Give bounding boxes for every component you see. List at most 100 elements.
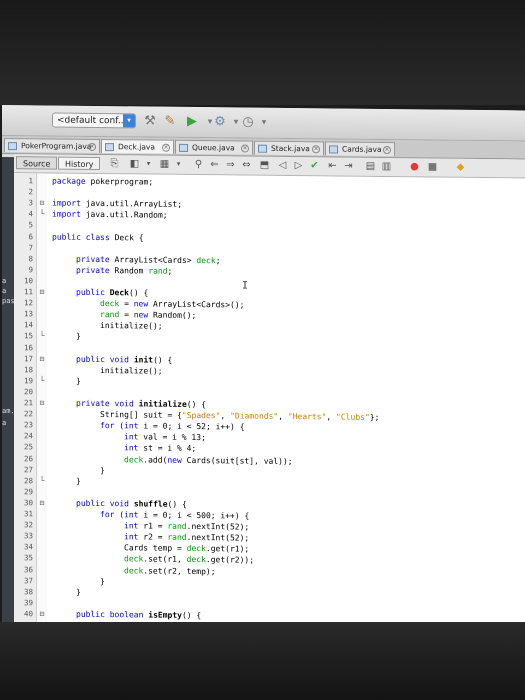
search-icon[interactable]: ⚲	[192, 158, 205, 171]
tab-label: Queue.java	[192, 142, 235, 153]
hammer-icon[interactable]: ⚒	[142, 113, 158, 129]
code-token: ArrayList<Cards>	[109, 254, 197, 265]
profile-icon[interactable]: ◷	[240, 114, 256, 130]
code-token: Cards temp =	[124, 543, 187, 554]
code-token: Deck {	[109, 232, 144, 242]
code-token: Random();	[148, 310, 197, 321]
code-token: deck	[124, 565, 144, 575]
code-token: .get(r2));	[205, 555, 255, 566]
code-token: rand	[148, 266, 168, 276]
close-icon[interactable]: ×	[383, 145, 391, 155]
code-token: import	[52, 198, 81, 209]
code-token: isEmpty	[148, 610, 182, 620]
shift-left-icon[interactable]: ⇤	[326, 159, 339, 172]
debug-icon[interactable]: ⚙	[212, 114, 228, 130]
code-token: "Diamonds"	[230, 411, 279, 421]
prev-bookmark-icon[interactable]: ◁	[276, 159, 289, 172]
close-icon[interactable]: ×	[312, 145, 320, 154]
code-token: import	[52, 209, 81, 220]
code-token: =	[119, 310, 134, 320]
code-token: ;	[215, 255, 221, 265]
code-token: deck	[100, 299, 120, 309]
background-window-strip: a a pas am.j a	[2, 157, 19, 628]
forward-icon[interactable]: ▦	[158, 158, 171, 171]
run-icon[interactable]: ▶	[184, 114, 200, 130]
close-icon[interactable]: ×	[162, 143, 170, 152]
find-previous-icon[interactable]: ⇐	[208, 158, 221, 171]
code-token: .nextInt(52);	[186, 522, 250, 532]
find-next-icon[interactable]: ⇒	[224, 158, 237, 171]
monitor-bezel-bottom	[0, 622, 525, 700]
tab-label: Stack.java	[271, 143, 310, 154]
code-token: }	[76, 476, 81, 486]
tab-label: Cards.java	[342, 144, 382, 154]
code-token: st = i % 4;	[138, 443, 197, 454]
code-token: int	[124, 443, 139, 453]
code-token: };	[369, 412, 380, 423]
uncomment-icon[interactable]: ▥	[380, 160, 393, 173]
code-token: Deck	[109, 288, 129, 298]
chevron-down-icon[interactable]: ▾	[172, 158, 185, 171]
code-token: private	[76, 254, 110, 264]
find-selection-icon[interactable]: ⇔	[240, 158, 253, 171]
comment-icon[interactable]: ▤	[364, 160, 377, 173]
code-token: () {	[129, 288, 149, 298]
source-tab-button[interactable]: Source	[16, 156, 58, 170]
code-token: shuffle	[133, 499, 168, 509]
close-icon[interactable]: ×	[88, 142, 96, 151]
monitor-bezel-top	[0, 0, 525, 105]
code-token: public class	[52, 232, 110, 242]
code-token: init	[133, 354, 154, 365]
code-token: .nextInt(52);	[186, 533, 250, 543]
back-icon[interactable]: ◧	[128, 157, 141, 170]
configuration-select[interactable]: <default conf... ▾	[52, 112, 136, 129]
start-macro-icon[interactable]: ◆	[454, 161, 467, 174]
tab-cards[interactable]: Cards.java ×	[325, 141, 395, 157]
code-token: () {	[167, 499, 187, 509]
profile-dropdown-icon[interactable]: ▾	[256, 115, 272, 131]
code-token: int	[124, 421, 139, 431]
code-token: java.util.Random;	[80, 210, 168, 221]
code-token: initialize	[138, 399, 187, 409]
history-tab-button[interactable]: History	[58, 156, 101, 171]
code-editor[interactable]: I 1 package pokerprogram; 2 3 ⊟ import java.u…	[14, 173, 525, 628]
tab-label: Deck.java	[118, 142, 155, 152]
code-token: ,	[278, 411, 288, 422]
code-token: pokerprogram;	[85, 176, 154, 187]
tab-stack[interactable]: Stack.java ×	[254, 140, 324, 156]
code-token: .set(r2, temp);	[143, 565, 216, 576]
tab-pokerprogram[interactable]: PokerProgram.java ×	[4, 138, 100, 154]
last-edit-icon[interactable]: ⎘	[108, 157, 121, 170]
record-macro-icon[interactable]: ●	[408, 160, 421, 173]
shift-right-icon[interactable]: ⇥	[342, 160, 355, 173]
code-token: (	[114, 421, 125, 431]
code-token: rand	[167, 521, 187, 532]
close-icon[interactable]: ×	[241, 144, 249, 153]
code-token: deck	[196, 255, 216, 265]
code-token: }	[100, 576, 105, 586]
next-bookmark-icon[interactable]: ▷	[292, 159, 305, 172]
stop-macro-icon[interactable]: ■	[426, 160, 439, 173]
code-token: r2 =	[138, 532, 168, 542]
tab-queue[interactable]: Queue.java ×	[175, 139, 253, 155]
code-token: initialize();	[100, 321, 163, 331]
chevron-down-icon[interactable]: ▾	[142, 157, 155, 170]
code-token: int	[124, 432, 139, 442]
code-token: "Hearts"	[287, 412, 327, 422]
code-token: r1 =	[138, 521, 168, 531]
code-token: }	[76, 376, 81, 386]
code-token: Random	[109, 265, 149, 276]
clean-build-icon[interactable]: ✎	[162, 114, 178, 130]
tab-label: PokerProgram.java	[21, 141, 92, 151]
fold-toggle-icon[interactable]: ⊟	[38, 608, 46, 620]
code-token: () {	[186, 399, 207, 410]
code-token: public void	[76, 354, 129, 364]
code-token: initialize();	[100, 365, 163, 376]
code-token: for	[100, 421, 115, 431]
toggle-highlight-icon[interactable]: ⬒	[258, 159, 271, 172]
code-token: }	[76, 332, 81, 342]
code-token: new	[167, 455, 182, 465]
toggle-bookmark-icon[interactable]: ✔	[308, 159, 321, 172]
code-token: "Clubs"	[336, 412, 370, 422]
tab-deck[interactable]: Deck.java ×	[101, 139, 174, 154]
